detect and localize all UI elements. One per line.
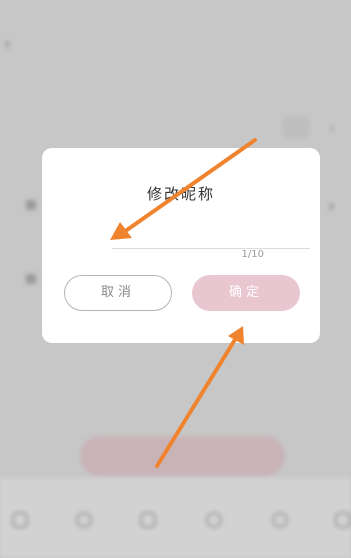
arrow-to-input xyxy=(110,138,257,240)
arrow-to-confirm xyxy=(155,326,244,468)
annotation-arrows xyxy=(110,138,257,468)
screen: ‹ › › 修改昵称 1/10 取消 确定 xyxy=(0,0,351,558)
